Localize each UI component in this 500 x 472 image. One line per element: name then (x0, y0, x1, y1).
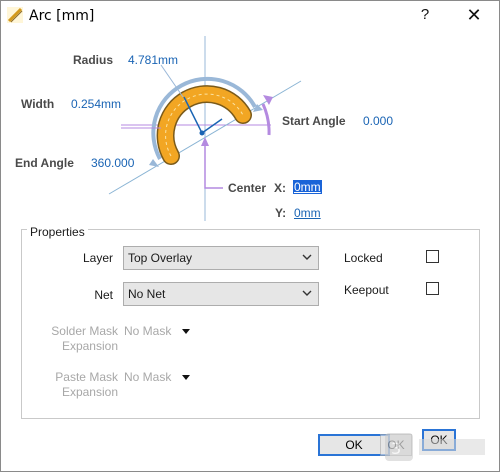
layer-dropdown[interactable]: Top Overlay (123, 246, 319, 270)
net-dropdown-value: No Net (128, 287, 166, 301)
paste-mask-expansion-label: Expansion (61, 385, 118, 399)
net-dropdown[interactable]: No Net (123, 282, 319, 306)
properties-group-title: Properties (27, 225, 88, 239)
center-y-label: Y: (275, 206, 287, 220)
help-button[interactable]: ? (411, 4, 439, 26)
keepout-label: Keepout (344, 283, 389, 297)
center-label: Center (228, 181, 267, 195)
start-angle-value[interactable]: 0.000 (363, 114, 393, 128)
arc-icon (7, 7, 23, 23)
width-value[interactable]: 0.254mm (71, 97, 121, 111)
start-angle-label: Start Angle (282, 114, 346, 128)
end-angle-value[interactable]: 360.000 (91, 156, 134, 170)
locked-checkbox[interactable] (426, 250, 439, 263)
net-label: Net (94, 288, 113, 302)
end-angle-label: End Angle (15, 156, 74, 170)
layer-label: Layer (82, 251, 113, 265)
chevron-down-icon (302, 254, 312, 260)
solder-mask-value[interactable]: No Mask (124, 324, 171, 338)
chevron-down-icon (302, 290, 312, 296)
arc-properties-dialog: Arc [mm] ? ✕ Radius 4.781mm Width 0.254m… (0, 0, 500, 472)
keepout-checkbox[interactable] (426, 282, 439, 295)
center-y-value[interactable]: 0mm (294, 206, 321, 220)
triangle-down-icon[interactable] (182, 329, 190, 334)
layer-dropdown-value: Top Overlay (128, 251, 193, 265)
center-x-label: X: (274, 181, 286, 195)
arc-diagram: Radius 4.781mm Width 0.254mm Start Angle… (1, 31, 499, 226)
solder-mask-expansion-label: Expansion (61, 339, 118, 353)
solder-mask-label: Solder Mask (51, 324, 118, 338)
locked-label: Locked (344, 251, 383, 265)
radius-value[interactable]: 4.781mm (128, 53, 178, 67)
svg-text:3: 3 (391, 439, 401, 458)
title-bar: Arc [mm] ? ✕ (1, 1, 499, 31)
paste-mask-value[interactable]: No Mask (124, 370, 171, 384)
triangle-down-icon[interactable] (182, 375, 190, 380)
watermark-logo: 3 (385, 433, 485, 461)
window-title: Arc [mm] (29, 8, 95, 24)
radius-label: Radius (73, 53, 114, 67)
width-label: Width (21, 97, 55, 111)
paste-mask-label: Paste Mask (55, 370, 118, 384)
close-button[interactable]: ✕ (459, 4, 489, 26)
center-x-value[interactable]: 0mm (293, 180, 322, 194)
